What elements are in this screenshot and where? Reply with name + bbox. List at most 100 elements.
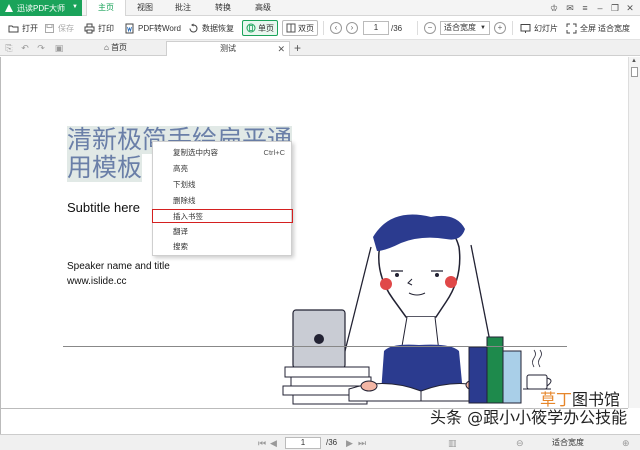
next-page-icon[interactable]: › (346, 22, 358, 34)
divider (417, 21, 418, 35)
app-logo-icon (5, 4, 13, 12)
divider (323, 21, 324, 35)
status-zoom-in-icon[interactable]: ⊕ (622, 437, 630, 449)
watermark-site-b: 图书馆 (572, 390, 621, 409)
ctx-insert-bookmark[interactable]: 插入书签 (152, 209, 293, 223)
status-page-input[interactable]: 1 (285, 437, 321, 449)
first-page-icon[interactable]: ⏮ (258, 437, 266, 449)
page-number-input[interactable]: 1 (363, 21, 389, 35)
zoom-select-value: 适合宽度 (444, 23, 476, 32)
open-label: 打开 (22, 23, 38, 33)
message-icon[interactable]: ✉ (564, 2, 576, 14)
status-zoom-out-icon[interactable]: ⊖ (516, 437, 524, 449)
save-label: 保存 (58, 23, 74, 33)
illustration (282, 214, 552, 405)
back-icon[interactable]: ⎘ (4, 43, 14, 53)
pdf2word-button[interactable]: PDF转Word (124, 21, 181, 35)
speaker-name: Speaker name and title (67, 261, 170, 272)
ctx-copy-label: 复制选中内容 (173, 148, 218, 157)
menu-view[interactable]: 视图 (130, 0, 160, 16)
slideshow-label: 幻灯片 (534, 23, 558, 33)
menu-home[interactable]: 主页 (86, 0, 126, 17)
single-page-icon (246, 23, 256, 33)
single-page-label: 单页 (258, 23, 274, 33)
tab-bar: ⎘ ↶ ↷ ▣ ⌂ 首页 测试 ✕ + (0, 40, 640, 56)
double-page-button[interactable]: 双页 (282, 20, 318, 36)
recover-icon (189, 23, 198, 32)
document-page[interactable]: 清新极简手绘扁平通 用模板 Subtitle here Speaker name… (0, 57, 628, 408)
fullscreen-button[interactable]: 全屏 (566, 21, 596, 35)
save-button[interactable]: 保存 (44, 21, 74, 35)
print-icon (84, 23, 95, 33)
zoom-select[interactable]: 适合宽度 ▼ (440, 21, 490, 35)
redo-icon[interactable]: ↷ (36, 43, 46, 53)
tab-home[interactable]: ⌂ 首页 (100, 41, 162, 56)
menu-icon[interactable]: ≡ (579, 2, 591, 14)
fullscreen-label: 全屏 (580, 23, 596, 33)
last-page-icon[interactable]: ⏭ (358, 437, 366, 449)
menu-convert[interactable]: 转换 (208, 0, 238, 16)
site-url: www.islide.cc (67, 276, 127, 287)
ctx-copy[interactable]: 复制选中内容 Ctrl+C (153, 146, 293, 160)
vertical-scrollbar[interactable]: ▲ (628, 57, 640, 408)
ctx-highlight[interactable]: 高亮 (153, 162, 293, 176)
open-button[interactable]: 打开 (8, 21, 38, 35)
ctx-underline[interactable]: 下划线 (153, 178, 293, 192)
ctx-translate-label: 翻译 (173, 227, 188, 236)
slideshow-button[interactable]: 幻灯片 (520, 21, 558, 35)
status-bar: ⏮ ◀ 1 /36 ▶ ⏭ ▥ ⊖ 适合宽度 ⊕ (0, 434, 640, 450)
slide-title-line2[interactable]: 用模板 (67, 154, 143, 182)
ctx-strikethrough-label: 删除线 (173, 196, 196, 205)
next-page-status-icon[interactable]: ▶ (346, 437, 353, 449)
ctx-translate[interactable]: 翻译 (153, 225, 293, 239)
print-label: 打印 (98, 23, 114, 33)
scroll-up-icon[interactable]: ▲ (631, 58, 637, 64)
zoom-in-icon[interactable]: + (494, 22, 506, 34)
pdf2word-icon (125, 23, 134, 33)
prev-page-status-icon[interactable]: ◀ (270, 437, 277, 449)
menu-bar: 迅读PDF大师 ▼ 主页 视图 批注 转换 高级 ♔ ✉ ≡ – ❐ ✕ (0, 0, 640, 17)
status-zoom-value[interactable]: 适合宽度 (552, 437, 584, 449)
divider-line (63, 346, 567, 347)
watermark-site: 草丁图书馆 (540, 386, 620, 410)
tab-document-label: 测试 (220, 44, 236, 53)
skin-icon[interactable]: ♔ (548, 2, 560, 14)
ctx-copy-shortcut: Ctrl+C (263, 148, 285, 157)
undo-icon[interactable]: ↶ (20, 43, 30, 53)
home-icon: ⌂ (104, 43, 112, 52)
open-icon (8, 25, 19, 32)
restore-icon[interactable]: ❐ (609, 2, 621, 14)
scroll-thumb[interactable] (631, 67, 638, 77)
slideshow-icon (520, 23, 531, 33)
ctx-highlight-label: 高亮 (173, 164, 188, 173)
ctx-underline-label: 下划线 (173, 180, 196, 189)
ctx-search[interactable]: 搜索 (153, 240, 293, 254)
prev-page-icon[interactable]: ‹ (330, 22, 342, 34)
save-icon (45, 23, 54, 33)
fullscreen-icon (566, 23, 577, 33)
chevron-down-icon: ▼ (480, 25, 486, 31)
ctx-search-label: 搜索 (173, 242, 188, 251)
app-brand-label: 迅读PDF大师 (17, 3, 65, 13)
status-page-total: /36 (326, 438, 338, 447)
zoom-out-icon[interactable]: − (424, 22, 436, 34)
ctx-strikethrough[interactable]: 删除线 (153, 194, 293, 208)
chevron-down-icon: ▼ (72, 4, 78, 10)
minimize-icon[interactable]: – (594, 2, 606, 14)
fit-width-button[interactable]: 适合宽度 (598, 21, 630, 35)
menu-annotate[interactable]: 批注 (168, 0, 198, 16)
menu-advanced[interactable]: 高级 (248, 0, 278, 16)
close-tab-icon[interactable]: ✕ (277, 42, 285, 56)
view-mode-icon[interactable]: ▥ (448, 437, 457, 449)
app-brand[interactable]: 迅读PDF大师 ▼ (0, 0, 82, 16)
pdf2word-label: PDF转Word (138, 23, 181, 33)
ctx-insert-bookmark-label: 插入书签 (173, 212, 203, 221)
new-tab-icon[interactable]: + (294, 41, 301, 55)
quicksave-icon[interactable]: ▣ (54, 43, 64, 53)
single-page-button[interactable]: 单页 (242, 20, 278, 36)
tab-document[interactable]: 测试 ✕ (166, 41, 290, 56)
close-icon[interactable]: ✕ (624, 2, 636, 14)
tab-home-label: 首页 (111, 43, 128, 52)
print-button[interactable]: 打印 (84, 21, 114, 35)
recover-button[interactable]: 数据恢复 (188, 21, 234, 35)
